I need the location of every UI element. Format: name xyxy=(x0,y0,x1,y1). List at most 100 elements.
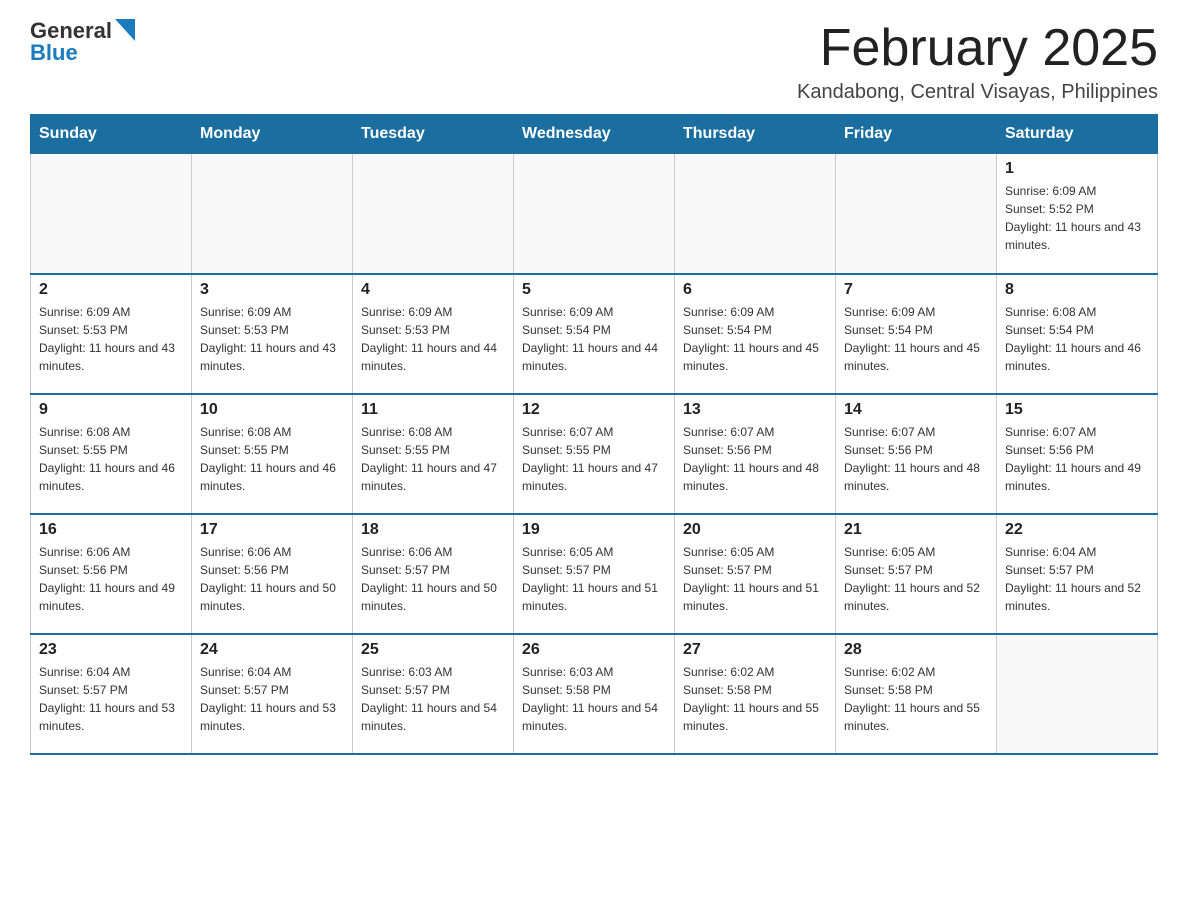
day-number: 10 xyxy=(200,401,344,419)
calendar-week-2: 2Sunrise: 6:09 AMSunset: 5:53 PMDaylight… xyxy=(31,274,1158,394)
calendar-table: SundayMondayTuesdayWednesdayThursdayFrid… xyxy=(30,114,1158,755)
calendar-cell: 23 Sunrise: 6:04 AMSunset: 5:57 PMDayligh… xyxy=(31,634,192,754)
day-info: Sunrise: 6:05 AMSunset: 5:57 PMDaylight:… xyxy=(522,543,666,615)
day-number: 4 xyxy=(361,281,505,299)
calendar-cell: 18 Sunrise: 6:06 AMSunset: 5:57 PMDayligh… xyxy=(353,514,514,634)
day-number: 24 xyxy=(200,641,344,659)
weekday-header-saturday: Saturday xyxy=(997,115,1158,154)
day-info: Sunrise: 6:02 AMSunset: 5:58 PMDaylight:… xyxy=(844,663,988,735)
calendar-cell: 17Sunrise: 6:06 AMSunset: 5:56 PMDayligh… xyxy=(192,514,353,634)
day-number: 5 xyxy=(522,281,666,299)
weekday-header-friday: Friday xyxy=(836,115,997,154)
calendar-cell: 4Sunrise: 6:09 AMSunset: 5:53 PMDaylight… xyxy=(353,274,514,394)
day-info: Sunrise: 6:08 AMSunset: 5:55 PMDaylight:… xyxy=(361,423,505,495)
calendar-cell: 2Sunrise: 6:09 AMSunset: 5:53 PMDaylight… xyxy=(31,274,192,394)
calendar-cell xyxy=(31,154,192,274)
calendar-cell: 8 Sunrise: 6:08 AMSunset: 5:54 PMDaylight… xyxy=(997,274,1158,394)
logo-arrow-icon xyxy=(115,19,135,41)
day-info: Sunrise: 6:03 AMSunset: 5:58 PMDaylight:… xyxy=(522,663,666,735)
calendar-cell: 5 Sunrise: 6:09 AMSunset: 5:54 PMDaylight… xyxy=(514,274,675,394)
calendar-header: SundayMondayTuesdayWednesdayThursdayFrid… xyxy=(31,115,1158,154)
calendar-cell: 7 Sunrise: 6:09 AMSunset: 5:54 PMDaylight… xyxy=(836,274,997,394)
day-number: 19 xyxy=(522,521,666,539)
calendar-cell xyxy=(514,154,675,274)
weekday-header-thursday: Thursday xyxy=(675,115,836,154)
day-info: Sunrise: 6:04 AMSunset: 5:57 PMDaylight:… xyxy=(39,663,183,735)
day-number: 26 xyxy=(522,641,666,659)
day-info: Sunrise: 6:06 AMSunset: 5:57 PMDaylight:… xyxy=(361,543,505,615)
title-block: February 2025 Kandabong, Central Visayas… xyxy=(797,20,1158,104)
day-number: 14 xyxy=(844,401,988,419)
calendar-cell: 16 Sunrise: 6:06 AMSunset: 5:56 PMDayligh… xyxy=(31,514,192,634)
weekday-header-monday: Monday xyxy=(192,115,353,154)
day-number: 23 xyxy=(39,641,183,659)
calendar-cell: 25 Sunrise: 6:03 AMSunset: 5:57 PMDayligh… xyxy=(353,634,514,754)
day-number: 13 xyxy=(683,401,827,419)
day-info: Sunrise: 6:05 AMSunset: 5:57 PMDaylight:… xyxy=(844,543,988,615)
calendar-cell xyxy=(997,634,1158,754)
day-info: Sunrise: 6:09 AMSunset: 5:54 PMDaylight:… xyxy=(683,303,827,375)
calendar-cell xyxy=(836,154,997,274)
calendar-cell xyxy=(192,154,353,274)
calendar-cell: 26 Sunrise: 6:03 AMSunset: 5:58 PMDayligh… xyxy=(514,634,675,754)
calendar-cell: 19 Sunrise: 6:05 AMSunset: 5:57 PMDayligh… xyxy=(514,514,675,634)
day-number: 27 xyxy=(683,641,827,659)
day-info: Sunrise: 6:02 AMSunset: 5:58 PMDaylight:… xyxy=(683,663,827,735)
logo: General Blue xyxy=(30,20,135,64)
day-number: 25 xyxy=(361,641,505,659)
day-number: 3 xyxy=(200,281,344,299)
weekday-header-sunday: Sunday xyxy=(31,115,192,154)
day-info: Sunrise: 6:08 AMSunset: 5:55 PMDaylight:… xyxy=(39,423,183,495)
day-info: Sunrise: 6:07 AMSunset: 5:56 PMDaylight:… xyxy=(683,423,827,495)
day-info: Sunrise: 6:05 AMSunset: 5:57 PMDaylight:… xyxy=(683,543,827,615)
day-info: Sunrise: 6:09 AMSunset: 5:54 PMDaylight:… xyxy=(844,303,988,375)
day-number: 1 xyxy=(1005,160,1149,178)
calendar-cell xyxy=(675,154,836,274)
day-number: 18 xyxy=(361,521,505,539)
calendar-cell: 20 Sunrise: 6:05 AMSunset: 5:57 PMDayligh… xyxy=(675,514,836,634)
calendar-week-1: 1Sunrise: 6:09 AMSunset: 5:52 PMDaylight… xyxy=(31,154,1158,274)
day-number: 16 xyxy=(39,521,183,539)
day-number: 8 xyxy=(1005,281,1149,299)
day-number: 20 xyxy=(683,521,827,539)
day-info: Sunrise: 6:04 AMSunset: 5:57 PMDaylight:… xyxy=(1005,543,1149,615)
day-info: Sunrise: 6:06 AMSunset: 5:56 PMDaylight:… xyxy=(200,543,344,615)
subtitle: Kandabong, Central Visayas, Philippines xyxy=(797,81,1158,104)
calendar-week-4: 16 Sunrise: 6:06 AMSunset: 5:56 PMDayligh… xyxy=(31,514,1158,634)
calendar-cell xyxy=(353,154,514,274)
day-info: Sunrise: 6:09 AMSunset: 5:53 PMDaylight:… xyxy=(39,303,183,375)
calendar-week-5: 23 Sunrise: 6:04 AMSunset: 5:57 PMDayligh… xyxy=(31,634,1158,754)
page-header: General Blue February 2025 Kandabong, Ce… xyxy=(30,20,1158,104)
day-number: 11 xyxy=(361,401,505,419)
calendar-cell: 10 Sunrise: 6:08 AMSunset: 5:55 PMDayligh… xyxy=(192,394,353,514)
day-info: Sunrise: 6:09 AMSunset: 5:53 PMDaylight:… xyxy=(200,303,344,375)
day-info: Sunrise: 6:09 AMSunset: 5:54 PMDaylight:… xyxy=(522,303,666,375)
day-info: Sunrise: 6:06 AMSunset: 5:56 PMDaylight:… xyxy=(39,543,183,615)
calendar-cell: 13 Sunrise: 6:07 AMSunset: 5:56 PMDayligh… xyxy=(675,394,836,514)
day-number: 6 xyxy=(683,281,827,299)
calendar-cell: 11 Sunrise: 6:08 AMSunset: 5:55 PMDayligh… xyxy=(353,394,514,514)
day-number: 21 xyxy=(844,521,988,539)
calendar-cell: 1Sunrise: 6:09 AMSunset: 5:52 PMDaylight… xyxy=(997,154,1158,274)
calendar-cell: 6 Sunrise: 6:09 AMSunset: 5:54 PMDaylight… xyxy=(675,274,836,394)
calendar-cell: 3 Sunrise: 6:09 AMSunset: 5:53 PMDaylight… xyxy=(192,274,353,394)
day-info: Sunrise: 6:07 AMSunset: 5:56 PMDaylight:… xyxy=(844,423,988,495)
day-number: 22 xyxy=(1005,521,1149,539)
day-number: 9 xyxy=(39,401,183,419)
day-info: Sunrise: 6:08 AMSunset: 5:55 PMDaylight:… xyxy=(200,423,344,495)
day-info: Sunrise: 6:03 AMSunset: 5:57 PMDaylight:… xyxy=(361,663,505,735)
day-number: 7 xyxy=(844,281,988,299)
calendar-body: 1Sunrise: 6:09 AMSunset: 5:52 PMDaylight… xyxy=(31,154,1158,754)
day-info: Sunrise: 6:08 AMSunset: 5:54 PMDaylight:… xyxy=(1005,303,1149,375)
day-info: Sunrise: 6:07 AMSunset: 5:55 PMDaylight:… xyxy=(522,423,666,495)
logo-text-blue: Blue xyxy=(30,40,78,65)
day-info: Sunrise: 6:04 AMSunset: 5:57 PMDaylight:… xyxy=(200,663,344,735)
day-info: Sunrise: 6:07 AMSunset: 5:56 PMDaylight:… xyxy=(1005,423,1149,495)
calendar-cell: 21 Sunrise: 6:05 AMSunset: 5:57 PMDayligh… xyxy=(836,514,997,634)
calendar-cell: 27 Sunrise: 6:02 AMSunset: 5:58 PMDayligh… xyxy=(675,634,836,754)
calendar-cell: 28Sunrise: 6:02 AMSunset: 5:58 PMDayligh… xyxy=(836,634,997,754)
calendar-cell: 14 Sunrise: 6:07 AMSunset: 5:56 PMDayligh… xyxy=(836,394,997,514)
calendar-cell: 22 Sunrise: 6:04 AMSunset: 5:57 PMDayligh… xyxy=(997,514,1158,634)
weekday-header-tuesday: Tuesday xyxy=(353,115,514,154)
calendar-cell: 24 Sunrise: 6:04 AMSunset: 5:57 PMDayligh… xyxy=(192,634,353,754)
